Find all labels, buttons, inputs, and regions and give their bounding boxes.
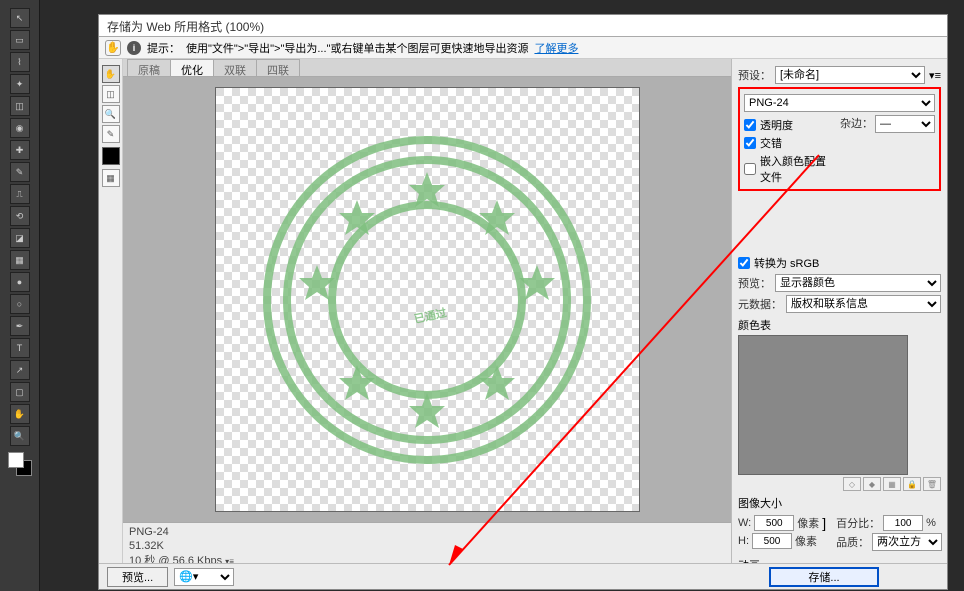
format-highlight-box: PNG-24 透明度 交错 嵌入颜色配置文件 杂边： — (738, 87, 941, 191)
gradient-tool[interactable]: ▦ (10, 250, 30, 270)
eyedropper-color[interactable] (102, 147, 120, 165)
browser-preview-button[interactable]: 预览... (107, 567, 168, 587)
colortable-title: 颜色表 (738, 317, 941, 333)
hand-tool-dlg[interactable]: ✋ (102, 65, 120, 83)
pct-label: 百分比： (836, 515, 880, 531)
pen-tool[interactable]: ✒ (10, 316, 30, 336)
canvas-wrap[interactable]: 已通过 (123, 77, 731, 522)
stamp-tool[interactable]: ⎍ (10, 184, 30, 204)
color-table[interactable] (738, 335, 908, 475)
dialog-footer: 预览... 🌐▾ 存储... (99, 563, 947, 589)
preview-select[interactable]: 显示器颜色 (775, 274, 941, 292)
anim-title: 动画 (738, 557, 941, 563)
ct-icon-5[interactable]: 🗑 (923, 477, 941, 491)
interlace-checkbox[interactable]: 交错 (744, 135, 834, 151)
preset-menu-icon[interactable]: ▾≡ (929, 69, 941, 82)
dialog-title: 存储为 Web 所用格式 (100%) (99, 15, 947, 37)
quality-label: 品质： (836, 534, 869, 550)
settings-panel: 预设： [未命名] ▾≡ PNG-24 透明度 交错 嵌入颜色配置文件 杂边： (731, 59, 947, 563)
format-select[interactable]: PNG-24 (744, 94, 935, 112)
dodge-tool[interactable]: ○ (10, 294, 30, 314)
ct-icon-4[interactable]: 🔒 (903, 477, 921, 491)
tab-optimized[interactable]: 优化 (170, 59, 214, 76)
save-button[interactable]: 存储... (769, 567, 879, 587)
tab-2up[interactable]: 双联 (213, 59, 257, 76)
preset-select[interactable]: [未命名] (775, 66, 925, 84)
browser-select[interactable]: 🌐▾ (174, 568, 234, 586)
metadata-select[interactable]: 版权和联系信息 (786, 295, 941, 313)
path-tool[interactable]: ↗ (10, 360, 30, 380)
quality-select[interactable]: 两次立方 (872, 533, 942, 551)
ct-icon-1[interactable]: ◇ (843, 477, 861, 491)
save-for-web-dialog: 存储为 Web 所用格式 (100%) ✋ i 提示： 使用"文件">"导出">… (98, 14, 948, 590)
move-tool[interactable]: ↖ (10, 8, 30, 28)
height-label: H: (738, 535, 749, 547)
eraser-tool[interactable]: ◪ (10, 228, 30, 248)
dialog-left-tools: ✋ ◫ 🔍 ✎ ▦ (99, 59, 123, 563)
zoom-tool[interactable]: 🔍 (10, 426, 30, 446)
transparency-checkbox[interactable]: 透明度 (744, 117, 834, 133)
colortable-icons: ◇ ◆ ▦ 🔒 🗑 (738, 477, 941, 491)
hint-text: 使用"文件">"导出">"导出为..."或右键单击某个图层可更快速地导出资源 (186, 40, 528, 56)
info-speed: 10 秒 @ 56.6 Kbps (129, 555, 222, 563)
info-format: PNG-24 (129, 525, 725, 539)
color-swatch[interactable] (8, 452, 32, 476)
shape-tool[interactable]: ▢ (10, 382, 30, 402)
preset-label: 预设： (738, 67, 771, 83)
marquee-tool[interactable]: ▭ (10, 30, 30, 50)
zoom-tool-dlg[interactable]: 🔍 (102, 105, 120, 123)
ct-icon-2[interactable]: ◆ (863, 477, 881, 491)
height-unit: 像素 (795, 533, 817, 549)
hand-tool[interactable]: ✋ (10, 404, 30, 424)
blur-tool[interactable]: ● (10, 272, 30, 292)
slice-visibility[interactable]: ▦ (102, 169, 120, 187)
learn-more-link[interactable]: 了解更多 (534, 40, 578, 56)
ct-icon-3[interactable]: ▦ (883, 477, 901, 491)
metadata-label: 元数据： (738, 296, 782, 312)
dialog-hint-bar: ✋ i 提示： 使用"文件">"导出">"导出为..."或右键单击某个图层可更快… (99, 37, 947, 59)
preview-area: 原稿 优化 双联 四联 (123, 59, 731, 563)
tab-original[interactable]: 原稿 (127, 59, 171, 76)
info-size: 51.32K (129, 539, 725, 553)
stamp-image: 已通过 (257, 130, 597, 470)
matte-select[interactable]: — (875, 115, 935, 133)
lasso-tool[interactable]: ⌇ (10, 52, 30, 72)
tab-4up[interactable]: 四联 (256, 59, 300, 76)
height-input[interactable] (752, 533, 792, 549)
hand-icon[interactable]: ✋ (105, 40, 121, 56)
heal-tool[interactable]: ✚ (10, 140, 30, 160)
eyedropper-tool[interactable]: ◉ (10, 118, 30, 138)
canvas: 已通过 (215, 87, 640, 512)
file-info: PNG-24 51.32K 10 秒 @ 56.6 Kbps ▾≡ (123, 522, 731, 563)
pct-unit: % (926, 517, 936, 529)
history-tool[interactable]: ⟲ (10, 206, 30, 226)
width-label: W: (738, 517, 751, 529)
width-unit: 像素 (797, 515, 819, 531)
wand-tool[interactable]: ✦ (10, 74, 30, 94)
type-tool[interactable]: T (10, 338, 30, 358)
svg-text:已通过: 已通过 (413, 305, 448, 326)
info-icon: i (127, 41, 141, 55)
preview-tabs: 原稿 优化 双联 四联 (123, 59, 731, 77)
embed-profile-checkbox[interactable]: 嵌入颜色配置文件 (744, 153, 834, 185)
imagesize-title: 图像大小 (738, 495, 941, 511)
matte-label: 杂边： (840, 115, 873, 131)
hint-prefix: 提示： (147, 40, 180, 56)
brush-tool[interactable]: ✎ (10, 162, 30, 182)
convert-srgb-checkbox[interactable]: 转换为 sRGB (738, 255, 941, 271)
eyedropper-tool-dlg[interactable]: ✎ (102, 125, 120, 143)
preview-label: 预览： (738, 275, 771, 291)
width-input[interactable] (754, 515, 794, 531)
crop-tool[interactable]: ◫ (10, 96, 30, 116)
photoshop-tool-panel: ↖ ▭ ⌇ ✦ ◫ ◉ ✚ ✎ ⎍ ⟲ ◪ ▦ ● ○ ✒ T ↗ ▢ ✋ 🔍 (0, 0, 40, 591)
pct-input[interactable] (883, 515, 923, 531)
slice-tool-dlg[interactable]: ◫ (102, 85, 120, 103)
link-wh-icon[interactable]: ] (822, 515, 826, 531)
